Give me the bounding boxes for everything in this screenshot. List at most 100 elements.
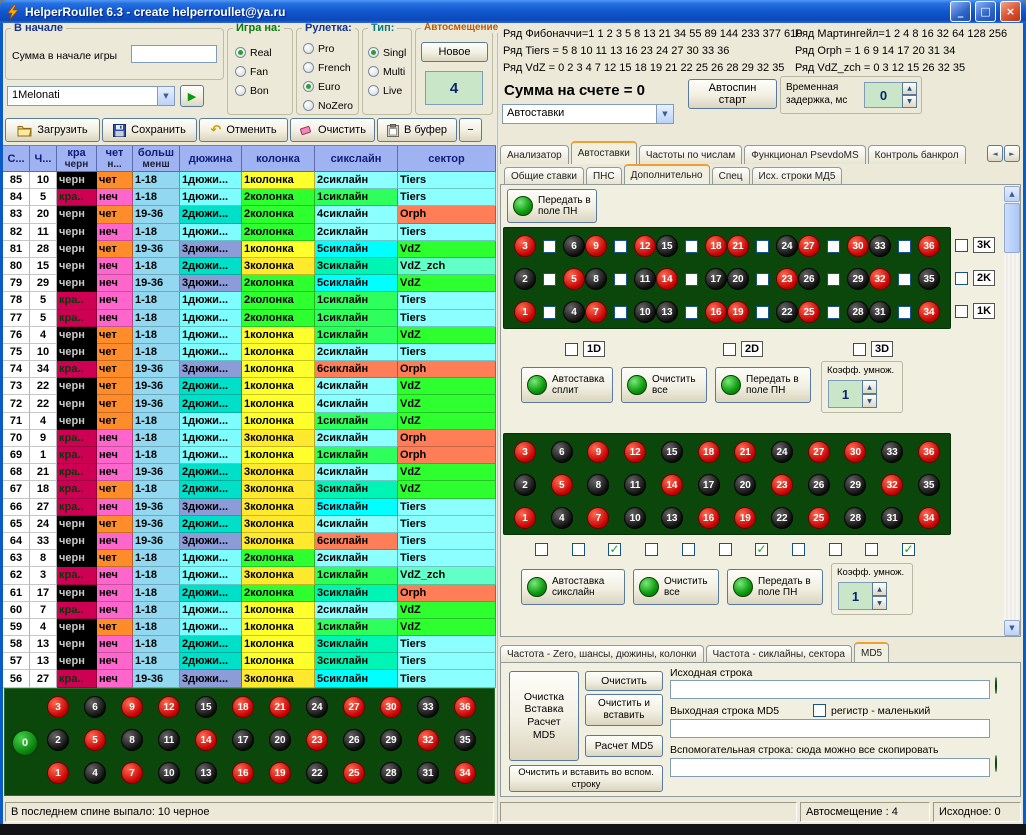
bottom-tab-1[interactable]: Частота - Zero, шансы, дюжины, колонки	[500, 645, 704, 662]
split-checkbox[interactable]	[827, 240, 840, 253]
number-18[interactable]: 18	[705, 235, 727, 257]
md5-aux-input[interactable]	[670, 758, 990, 777]
number-9[interactable]: 9	[121, 696, 143, 718]
number-34[interactable]: 34	[918, 507, 940, 529]
number-4[interactable]: 4	[84, 762, 106, 784]
number-17[interactable]: 17	[232, 729, 254, 751]
table-row[interactable]: 7322чернчет19-362дюжи...1колонка4сиклайн…	[3, 378, 496, 395]
number-30[interactable]: 30	[380, 696, 402, 718]
number-25[interactable]: 25	[808, 507, 830, 529]
number-13[interactable]: 13	[661, 507, 683, 529]
number-30[interactable]: 30	[844, 441, 866, 463]
coeff-down-button[interactable]: ▼	[862, 394, 877, 408]
table-row[interactable]: 764чернчет1-181дюжи...1колонка1сиклайнVd…	[3, 327, 496, 344]
table-row[interactable]: 6718кра..чет1-182дюжи...3колонка3сиклайн…	[3, 481, 496, 498]
table-row[interactable]: 785кра..неч1-181дюжи...2колонка1сиклайнT…	[3, 292, 496, 309]
sub-tab-3[interactable]: Дополнительно	[624, 164, 710, 184]
number-22[interactable]: 22	[771, 507, 793, 529]
table-row[interactable]: 8015черннеч1-182дюжи...3колонка3сиклайнV…	[3, 258, 496, 275]
bottom-tab-3[interactable]: MD5	[854, 642, 889, 662]
radio-multi[interactable]: Multi	[368, 63, 406, 80]
number-9[interactable]: 9	[587, 441, 609, 463]
number-31[interactable]: 31	[417, 762, 439, 784]
md5-aux-action-button[interactable]	[995, 756, 997, 771]
number-12[interactable]: 12	[634, 235, 656, 257]
table-row[interactable]: 8510чернчет1-181дюжи...1колонка2сиклайнT…	[3, 172, 496, 189]
number-2[interactable]: 2	[514, 474, 536, 496]
number-32[interactable]: 32	[881, 474, 903, 496]
d-checkbox-1d[interactable]	[565, 343, 578, 356]
number-8[interactable]: 8	[587, 474, 609, 496]
number-5[interactable]: 5	[563, 268, 585, 290]
sixline-checkbox-6[interactable]	[719, 543, 732, 556]
autospin-button[interactable]: Автоспин старт	[688, 79, 777, 109]
number-31[interactable]: 31	[869, 301, 891, 323]
number-13[interactable]: 13	[195, 762, 217, 784]
number-4[interactable]: 4	[551, 507, 573, 529]
split-checkbox[interactable]	[827, 306, 840, 319]
number-35[interactable]: 35	[918, 474, 940, 496]
number-15[interactable]: 15	[661, 441, 683, 463]
table-row[interactable]: 714чернчет1-181дюжи...1колонка1сиклайнVd…	[3, 413, 496, 430]
number-4[interactable]: 4	[563, 301, 585, 323]
number-35[interactable]: 35	[918, 268, 940, 290]
number-33[interactable]: 33	[881, 441, 903, 463]
play-button[interactable]: ▶	[180, 85, 204, 107]
number-31[interactable]: 31	[881, 507, 903, 529]
transfer-pn-top-button[interactable]: Передать в поле ПН	[507, 189, 597, 223]
split-checkbox[interactable]	[614, 306, 627, 319]
sixline-checkbox-8[interactable]	[792, 543, 805, 556]
delay-up-button[interactable]: ▲	[902, 82, 917, 95]
number-21[interactable]: 21	[269, 696, 291, 718]
table-row[interactable]: 5813черннеч1-182дюжи...1колонка3сиклайнT…	[3, 636, 496, 653]
number-6[interactable]: 6	[84, 696, 106, 718]
undo-button[interactable]: ↶ Отменить	[199, 118, 288, 142]
title-bar[interactable]: HelperRoullet 6.3 - create helperroullet…	[0, 0, 1026, 23]
number-19[interactable]: 19	[727, 301, 749, 323]
number-30[interactable]: 30	[847, 235, 869, 257]
coeff-spinner[interactable]: 1 ▲ ▼	[828, 380, 877, 408]
number-28[interactable]: 28	[847, 301, 869, 323]
md5-big-button[interactable]: Очистка Вставка Расчет MD5	[509, 671, 579, 761]
number-34[interactable]: 34	[918, 301, 940, 323]
number-20[interactable]: 20	[269, 729, 291, 751]
number-21[interactable]: 21	[734, 441, 756, 463]
split-checkbox[interactable]	[898, 306, 911, 319]
number-12[interactable]: 12	[624, 441, 646, 463]
main-tab-3[interactable]: Частоты по числам	[639, 145, 742, 164]
k-checkbox-1k[interactable]	[955, 305, 968, 318]
number-11[interactable]: 11	[624, 474, 646, 496]
number-16[interactable]: 16	[232, 762, 254, 784]
number-24[interactable]: 24	[306, 696, 328, 718]
load-button[interactable]: Загрузить	[5, 118, 100, 142]
number-3[interactable]: 3	[47, 696, 69, 718]
sixline-checkbox-9[interactable]	[829, 543, 842, 556]
split-checkbox[interactable]	[543, 273, 556, 286]
minimize-button[interactable]: _	[950, 1, 971, 22]
split-checkbox[interactable]	[685, 240, 698, 253]
number-8[interactable]: 8	[585, 268, 607, 290]
split-checkbox[interactable]	[756, 306, 769, 319]
number-29[interactable]: 29	[844, 474, 866, 496]
tabs-scroll-right-button[interactable]: ►	[1004, 145, 1020, 162]
split-checkbox[interactable]	[685, 273, 698, 286]
md5-clear-paste-aux-button[interactable]: Очистить и вставить во вспом. строку	[509, 765, 663, 792]
md5-clear-button[interactable]: Очистить	[585, 671, 663, 691]
preset-combo[interactable]: 1Melonati ▼	[7, 86, 175, 106]
number-23[interactable]: 23	[771, 474, 793, 496]
number-7[interactable]: 7	[587, 507, 609, 529]
number-24[interactable]: 24	[771, 441, 793, 463]
d-checkbox-3d[interactable]	[853, 343, 866, 356]
table-row[interactable]: 7510чернчет1-181дюжи...1колонка2сиклайнT…	[3, 344, 496, 361]
transfer-pn-button[interactable]: Передать в поле ПН	[715, 367, 811, 403]
number-32[interactable]: 32	[869, 268, 891, 290]
radio-singl[interactable]: Singl	[368, 44, 406, 61]
start-sum-input[interactable]	[131, 45, 217, 63]
number-21[interactable]: 21	[727, 235, 749, 257]
number-34[interactable]: 34	[454, 762, 476, 784]
number-20[interactable]: 20	[727, 268, 749, 290]
coeff-down-button[interactable]: ▼	[872, 596, 887, 610]
number-18[interactable]: 18	[698, 441, 720, 463]
number-36[interactable]: 36	[454, 696, 476, 718]
md5-calc-button[interactable]: Расчет MD5	[585, 735, 663, 757]
